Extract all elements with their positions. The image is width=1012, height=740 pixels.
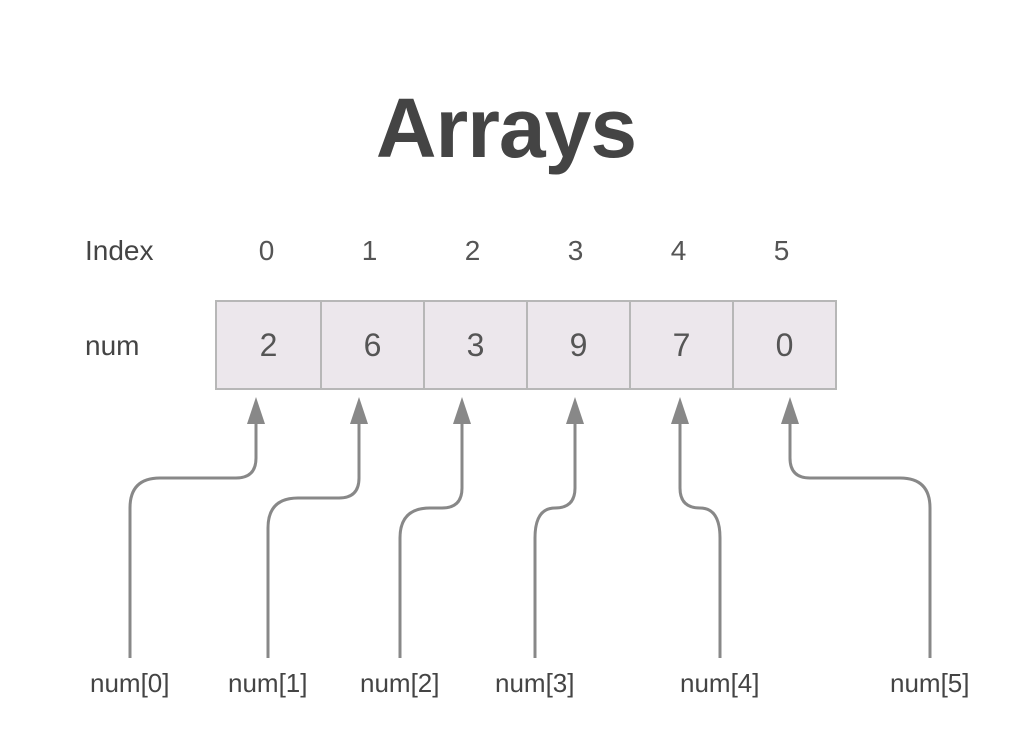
access-expression: num[3] xyxy=(495,668,575,699)
array-cell: 6 xyxy=(320,302,423,388)
access-expression: num[4] xyxy=(680,668,760,699)
array-cell: 2 xyxy=(217,302,320,388)
array-cell: 9 xyxy=(526,302,629,388)
access-expression: num[0] xyxy=(90,668,170,699)
index-value: 0 xyxy=(215,235,318,267)
access-expression: num[5] xyxy=(890,668,970,699)
access-expression: num[1] xyxy=(228,668,308,699)
array-cell: 3 xyxy=(423,302,526,388)
diagram-title: Arrays xyxy=(0,80,1012,177)
array-cell: 7 xyxy=(629,302,732,388)
pointer-arrows xyxy=(0,388,1012,668)
index-row-label: Index xyxy=(85,235,154,267)
index-value: 4 xyxy=(627,235,730,267)
array-name-label: num xyxy=(85,330,139,362)
array-cells: 2 6 3 9 7 0 xyxy=(215,300,837,390)
index-value: 2 xyxy=(421,235,524,267)
access-expression-row: num[0] num[1] num[2] num[3] num[4] num[5… xyxy=(0,668,1012,708)
access-expression: num[2] xyxy=(360,668,440,699)
index-value: 3 xyxy=(524,235,627,267)
array-cell: 0 xyxy=(732,302,835,388)
index-row: 0 1 2 3 4 5 xyxy=(215,235,833,267)
index-value: 5 xyxy=(730,235,833,267)
index-value: 1 xyxy=(318,235,421,267)
